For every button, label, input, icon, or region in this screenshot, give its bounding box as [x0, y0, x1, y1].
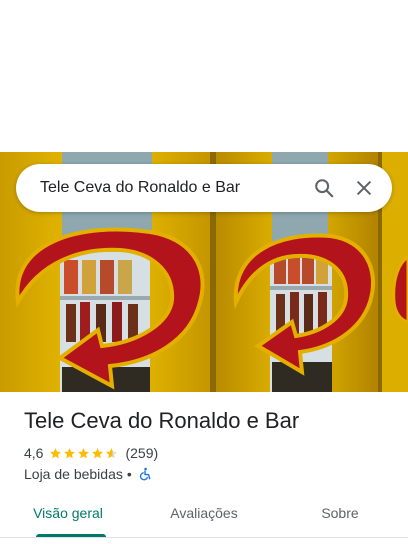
close-icon [357, 181, 371, 195]
tab-about[interactable]: Sobre [272, 500, 408, 540]
wheelchair-icon [139, 467, 151, 481]
separator: • [126, 466, 132, 482]
star-icon [50, 447, 62, 458]
rating-row[interactable]: 4,6 (259) [24, 444, 158, 462]
star-icon [106, 447, 118, 458]
review-count[interactable]: (259) [125, 445, 158, 461]
star-icon [92, 447, 104, 458]
place-category: Loja de bebidas [24, 466, 123, 482]
category-row: Loja de bebidas • [24, 465, 152, 483]
star-icon [64, 447, 76, 458]
star-icon [78, 447, 90, 458]
rating-value: 4,6 [24, 445, 44, 461]
search-icon [315, 179, 334, 198]
place-title: Tele Ceva do Ronaldo e Bar [24, 408, 300, 433]
place-page: Tele Ceva do Ronaldo e Bar Tele Ceva do … [0, 0, 408, 544]
clear-search-button[interactable] [344, 168, 384, 208]
search-bar[interactable]: Tele Ceva do Ronaldo e Bar [16, 164, 392, 212]
search-button[interactable] [304, 168, 344, 208]
search-input[interactable]: Tele Ceva do Ronaldo e Bar [40, 179, 304, 197]
star-rating [49, 447, 119, 460]
tab-reviews[interactable]: Avaliações [136, 500, 272, 540]
tabs-divider [0, 537, 408, 538]
